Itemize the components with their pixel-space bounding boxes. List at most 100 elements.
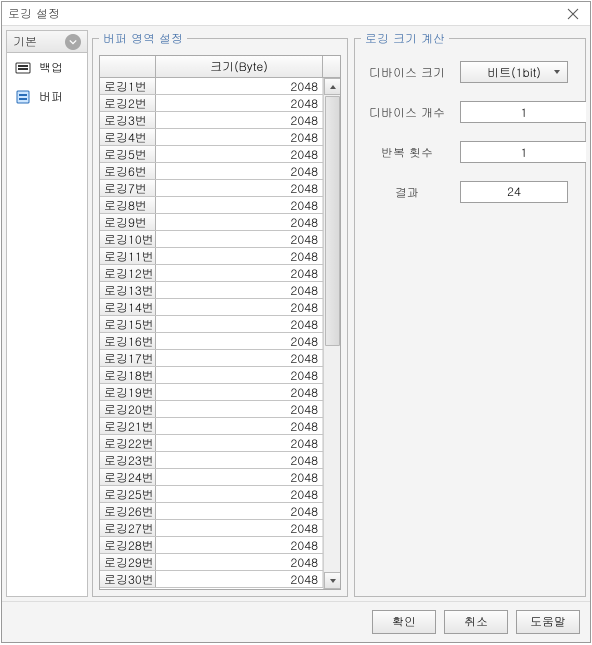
buffer-area-fieldset: 버퍼 영역 설정 크기(Byte) 로깅1번2048로깅2번2048로깅3번20… — [92, 30, 348, 597]
sidebar-item-label: 버퍼 — [39, 88, 63, 105]
table-corner[interactable] — [100, 56, 156, 77]
table-row: 로깅24번2048 — [100, 469, 323, 486]
size-cell[interactable]: 2048 — [156, 435, 323, 451]
row-header[interactable]: 로깅18번 — [100, 367, 156, 383]
col-size-header[interactable]: 크기(Byte) — [156, 56, 323, 77]
table-row: 로깅19번2048 — [100, 384, 323, 401]
close-button[interactable] — [562, 5, 584, 23]
size-cell[interactable]: 2048 — [156, 248, 323, 264]
size-cell[interactable]: 2048 — [156, 214, 323, 230]
table-row: 로깅8번2048 — [100, 197, 323, 214]
row-header[interactable]: 로깅14번 — [100, 299, 156, 315]
chevron-down-icon — [69, 38, 77, 46]
size-cell[interactable]: 2048 — [156, 520, 323, 536]
size-cell[interactable]: 2048 — [156, 503, 323, 519]
main-area: 버퍼 영역 설정 크기(Byte) 로깅1번2048로깅2번2048로깅3번20… — [92, 30, 586, 597]
row-header[interactable]: 로깅22번 — [100, 435, 156, 451]
row-header[interactable]: 로깅9번 — [100, 214, 156, 230]
size-cell[interactable]: 2048 — [156, 265, 323, 281]
logging-size-calc-fieldset: 로깅 크기 계산 디바이스 크기 비트(1bit) 디바이스 개수 — [354, 30, 586, 597]
row-header[interactable]: 로깅16번 — [100, 333, 156, 349]
row-header[interactable]: 로깅11번 — [100, 248, 156, 264]
row-header[interactable]: 로깅27번 — [100, 520, 156, 536]
size-cell[interactable]: 2048 — [156, 95, 323, 111]
row-header[interactable]: 로깅7번 — [100, 180, 156, 196]
row-header[interactable]: 로깅2번 — [100, 95, 156, 111]
table-row: 로깅1번2048 — [100, 78, 323, 95]
table-row: 로깅23번2048 — [100, 452, 323, 469]
table-row: 로깅4번2048 — [100, 129, 323, 146]
size-cell[interactable]: 2048 — [156, 537, 323, 553]
size-cell[interactable]: 2048 — [156, 180, 323, 196]
table-body: 로깅1번2048로깅2번2048로깅3번2048로깅4번2048로깅5번2048… — [100, 78, 323, 589]
row-header[interactable]: 로깅23번 — [100, 452, 156, 468]
row-header[interactable]: 로깅1번 — [100, 78, 156, 94]
size-cell[interactable]: 2048 — [156, 401, 323, 417]
device-count-input[interactable] — [460, 101, 586, 123]
row-header[interactable]: 로깅17번 — [100, 350, 156, 366]
size-cell[interactable]: 2048 — [156, 452, 323, 468]
device-count-row: 디바이스 개수 — [363, 101, 577, 123]
row-header[interactable]: 로깅3번 — [100, 112, 156, 128]
size-cell[interactable]: 2048 — [156, 197, 323, 213]
sidebar-collapse-button[interactable] — [65, 34, 81, 50]
row-header[interactable]: 로깅26번 — [100, 503, 156, 519]
table-row: 로깅3번2048 — [100, 112, 323, 129]
row-header[interactable]: 로깅15번 — [100, 316, 156, 332]
size-cell[interactable]: 2048 — [156, 350, 323, 366]
table-row: 로깅17번2048 — [100, 350, 323, 367]
device-size-combo[interactable]: 비트(1bit) — [460, 61, 568, 83]
sidebar-item-backup[interactable]: 백업 — [7, 53, 87, 82]
size-cell[interactable]: 2048 — [156, 112, 323, 128]
size-cell[interactable]: 2048 — [156, 367, 323, 383]
row-header[interactable]: 로깅28번 — [100, 537, 156, 553]
repeat-count-input[interactable] — [460, 141, 586, 163]
row-header[interactable]: 로깅30번 — [100, 571, 156, 587]
size-cell[interactable]: 2048 — [156, 129, 323, 145]
sidebar: 기본 백업 버퍼 — [6, 30, 88, 597]
row-header[interactable]: 로깅29번 — [100, 554, 156, 570]
help-button[interactable]: 도움말 — [516, 610, 580, 634]
size-cell[interactable]: 2048 — [156, 231, 323, 247]
sidebar-item-buffer[interactable]: 버퍼 — [7, 82, 87, 111]
row-header[interactable]: 로깅8번 — [100, 197, 156, 213]
table-row: 로깅14번2048 — [100, 299, 323, 316]
table-row: 로깅26번2048 — [100, 503, 323, 520]
size-cell[interactable]: 2048 — [156, 333, 323, 349]
result-row: 결과 24 — [363, 181, 577, 203]
table-row: 로깅2번2048 — [100, 95, 323, 112]
cancel-button[interactable]: 취소 — [444, 610, 508, 634]
size-cell[interactable]: 2048 — [156, 146, 323, 162]
size-cell[interactable]: 2048 — [156, 299, 323, 315]
ok-button[interactable]: 확인 — [372, 610, 436, 634]
sidebar-header[interactable]: 기본 — [7, 31, 87, 53]
vertical-scrollbar[interactable] — [323, 78, 340, 589]
scroll-down-button[interactable] — [324, 572, 340, 589]
row-header[interactable]: 로깅13번 — [100, 282, 156, 298]
size-cell[interactable]: 2048 — [156, 486, 323, 502]
row-header[interactable]: 로깅4번 — [100, 129, 156, 145]
row-header[interactable]: 로깅19번 — [100, 384, 156, 400]
table-row: 로깅12번2048 — [100, 265, 323, 282]
row-header[interactable]: 로깅12번 — [100, 265, 156, 281]
size-cell[interactable]: 2048 — [156, 282, 323, 298]
row-header[interactable]: 로깅21번 — [100, 418, 156, 434]
size-cell[interactable]: 2048 — [156, 384, 323, 400]
table-row: 로깅25번2048 — [100, 486, 323, 503]
row-header[interactable]: 로깅24번 — [100, 469, 156, 485]
size-cell[interactable]: 2048 — [156, 571, 323, 587]
scroll-up-button[interactable] — [324, 78, 340, 95]
table-row: 로깅5번2048 — [100, 146, 323, 163]
size-cell[interactable]: 2048 — [156, 418, 323, 434]
row-header[interactable]: 로깅5번 — [100, 146, 156, 162]
row-header[interactable]: 로깅25번 — [100, 486, 156, 502]
size-cell[interactable]: 2048 — [156, 163, 323, 179]
row-header[interactable]: 로깅10번 — [100, 231, 156, 247]
size-cell[interactable]: 2048 — [156, 469, 323, 485]
row-header[interactable]: 로깅20번 — [100, 401, 156, 417]
size-cell[interactable]: 2048 — [156, 554, 323, 570]
size-cell[interactable]: 2048 — [156, 316, 323, 332]
size-cell[interactable]: 2048 — [156, 78, 323, 94]
scroll-thumb[interactable] — [325, 96, 340, 346]
row-header[interactable]: 로깅6번 — [100, 163, 156, 179]
